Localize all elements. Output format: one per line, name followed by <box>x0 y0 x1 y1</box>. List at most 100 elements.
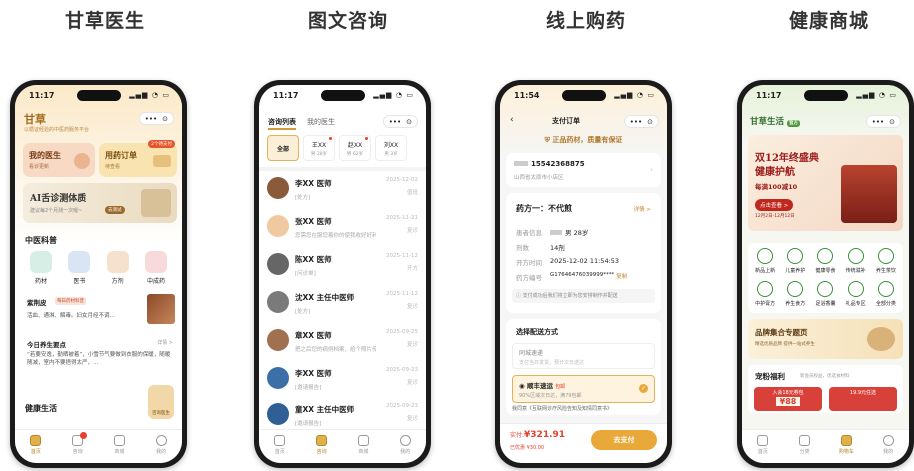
category-item[interactable]: 足浴香囊 <box>811 281 839 308</box>
doctor-list-item[interactable]: 李XX 医师 [处方] 2025-12-02 值班 <box>267 177 418 211</box>
kepu-patent[interactable]: 中成药 <box>140 251 172 285</box>
ai-test-button[interactable]: 去测试 <box>105 206 125 214</box>
pill-illustration-icon <box>153 155 171 167</box>
my-doctor-card[interactable]: 我的医生 看诊更新 <box>23 143 95 177</box>
category-item[interactable]: 礼品专区 <box>842 281 870 308</box>
doctor-list-item[interactable]: 李XX 医师 [邀请报告] 2025-09-23 复诊 <box>267 367 418 401</box>
close-target-icon[interactable]: ⊙ <box>162 115 168 123</box>
tips-more-link[interactable]: 详情 > <box>157 339 173 346</box>
more-icon[interactable]: ••• <box>630 118 642 126</box>
tab-bar: 首页 分类 购物车 我的 <box>742 429 909 463</box>
tab-me[interactable]: 我的 <box>146 435 176 463</box>
back-icon[interactable]: ‹ <box>510 115 514 125</box>
tab-me[interactable]: 我的 <box>390 435 420 463</box>
doctor-illustration-icon <box>74 153 90 169</box>
kepu-books[interactable]: 医书 <box>63 251 95 285</box>
tab-home[interactable]: 首页 <box>748 435 778 463</box>
screen-mall: 11:17 ▂▄▆ ◔ ▭ 甘草生活 官方 ••• ⊙ 双12年终盛典 健康护航 每… <box>742 85 909 463</box>
orders-card[interactable]: 用药订单 待查看 2个待支付 <box>99 140 177 177</box>
category-item[interactable]: 中护膏方 <box>751 281 779 308</box>
my-doctor-title: 我的医生 <box>29 151 61 160</box>
mini-capsule[interactable]: ••• ⊙ <box>382 115 418 128</box>
coupon-pick[interactable]: 19.9元任选 <box>829 387 897 411</box>
category-item[interactable]: 儿童养护 <box>781 248 809 275</box>
brand-subtitle: 以循证经验的中医药服务平台 <box>24 127 90 133</box>
tab-consult-list[interactable]: 咨询列表 <box>268 117 296 130</box>
promo-banner[interactable]: 双12年终盛典 健康护航 每满100减10 点击查看 > 12月2日-12月12… <box>748 135 903 231</box>
more-icon[interactable]: ••• <box>389 118 401 126</box>
close-target-icon[interactable]: ⊙ <box>889 118 895 126</box>
tab-category[interactable]: 分类 <box>790 435 820 463</box>
ai-tongue-card[interactable]: AI舌诊测体质 建议每2个月测一次喔~ 去测试 <box>23 183 177 223</box>
doctor-list-item[interactable]: 章XX 医师 把之后您的病例档案，给个照片传... 2025-09-25 复诊 <box>267 329 418 363</box>
category-item[interactable]: 传统滋补 <box>842 248 870 275</box>
tab-my-doctors[interactable]: 我的医生 <box>307 117 335 127</box>
close-target-icon[interactable]: ⊙ <box>647 118 653 126</box>
more-icon[interactable]: ••• <box>145 115 157 123</box>
tab-home[interactable]: 首页 <box>265 435 295 463</box>
present-icon <box>847 281 864 297</box>
grid-icon <box>877 281 894 297</box>
home-icon <box>757 435 769 446</box>
foot-bath-icon <box>817 281 834 297</box>
mini-capsule[interactable]: ••• ⊙ <box>138 112 174 125</box>
coupon-member[interactable]: 入会18元券包 ¥88 <box>754 387 822 411</box>
tab-bar: 首页 咨询 商城 我的 <box>259 429 426 463</box>
ship-option-local[interactable]: 同城速递 支付当日发货，预计次日送达 <box>512 343 655 369</box>
consult-float-button[interactable]: 咨询医生 <box>148 385 174 419</box>
tips-card[interactable]: 今日养生要点 详情 > “若要安逸，勤晒被着”，小雪节气要做到衣服的保暖，随暖随… <box>23 335 177 381</box>
category-item[interactable]: 养生茶饮 <box>872 248 900 275</box>
avatar <box>267 253 289 275</box>
kepu-formula[interactable]: 方剂 <box>102 251 134 285</box>
tab-consult[interactable]: 咨询 <box>307 435 337 463</box>
ship-option-sf[interactable]: ◉ 顺丰速运 包邮 90%区域次日达，满79包邮 ✓ <box>512 375 655 403</box>
chat-icon <box>316 435 328 446</box>
chip-patient[interactable]: 赵XX 男 62岁 <box>339 135 371 161</box>
total-amount: 实付:¥321.91 <box>510 430 566 440</box>
doctor-list-item[interactable]: 张XX 医师 您需您在服您着你的使我收好好利... 2025-11-21 复诊 <box>267 215 418 249</box>
agreement-text[interactable]: 我同意《互联网诊疗风险告知及知情同意书》 <box>512 405 659 412</box>
mini-capsule[interactable]: ••• ⊙ <box>865 115 901 128</box>
shop-icon <box>357 435 369 446</box>
tips-title: 今日养生要点 <box>27 341 66 349</box>
close-target-icon[interactable]: ⊙ <box>406 118 412 126</box>
ai-title: AI舌诊测体质 <box>30 194 87 204</box>
tab-home[interactable]: 首页 <box>21 435 51 463</box>
category-item[interactable]: 全部分类 <box>872 281 900 308</box>
camera-notch <box>561 90 606 101</box>
tab-consult[interactable]: 咨询 <box>63 432 93 463</box>
chip-patient[interactable]: 王XX 男 28岁 <box>303 135 335 161</box>
ointment-icon <box>757 281 774 297</box>
mini-capsule[interactable]: ••• ⊙ <box>623 115 659 128</box>
tab-mall[interactable]: 商城 <box>348 435 378 463</box>
category-item[interactable]: 新品上新 <box>751 248 779 275</box>
kepu-herbs[interactable]: 药材 <box>25 251 57 285</box>
address-card[interactable]: 15542368875 山西省太原市小店区 › <box>506 153 661 187</box>
gift-box-illustration <box>841 165 897 223</box>
tab-cart[interactable]: 购物车 <box>831 435 861 463</box>
rx-detail-link[interactable]: 详情 > <box>634 205 651 213</box>
more-icon[interactable]: ••• <box>872 118 884 126</box>
herb-card[interactable]: 紫荆皮 每日药材科普 活血、通淋、解毒。妇女月经不调... <box>23 293 177 329</box>
my-doctor-sub: 看诊更新 <box>29 164 50 170</box>
signal-icons: ▂▄▆ ◔ ▭ <box>129 91 170 99</box>
promo-view-button[interactable]: 点击查看 > <box>755 199 794 211</box>
chip-all[interactable]: 全部 <box>267 135 299 161</box>
avatar <box>267 215 289 237</box>
category-item[interactable]: 健康零食 <box>811 248 839 275</box>
column-title-mall: 健康商城 <box>788 10 869 32</box>
mall-brand: 甘草生活 官方 <box>750 117 800 127</box>
home-icon <box>274 435 286 446</box>
chip-patient[interactable]: 刘XX 男 3岁 <box>375 135 407 161</box>
shipping-title: 选择配送方式 <box>516 328 558 336</box>
tips-text: “若要安逸，勤晒被着”，小雪节气要做到衣服的保暖，随暖随减，室内不要捂得太严，.… <box>27 352 171 366</box>
shop-icon <box>113 435 125 446</box>
tab-me[interactable]: 我的 <box>873 435 903 463</box>
tab-mall[interactable]: 商城 <box>104 435 134 463</box>
brand-collection-card[interactable]: 品牌集合专题页 精选优质品牌 提供一站式养生 <box>748 319 903 359</box>
copy-link[interactable]: 复制 <box>616 272 627 282</box>
doctor-list-item[interactable]: 沈XX 主任中医师 [处方] 2025-11-12 复诊 <box>267 291 418 325</box>
doctor-list-item[interactable]: 陈XX 医师 [问诊单] 2025-11-12 开方 <box>267 253 418 287</box>
pay-button[interactable]: 去支付 <box>591 430 657 450</box>
category-item[interactable]: 养生食方 <box>781 281 809 308</box>
